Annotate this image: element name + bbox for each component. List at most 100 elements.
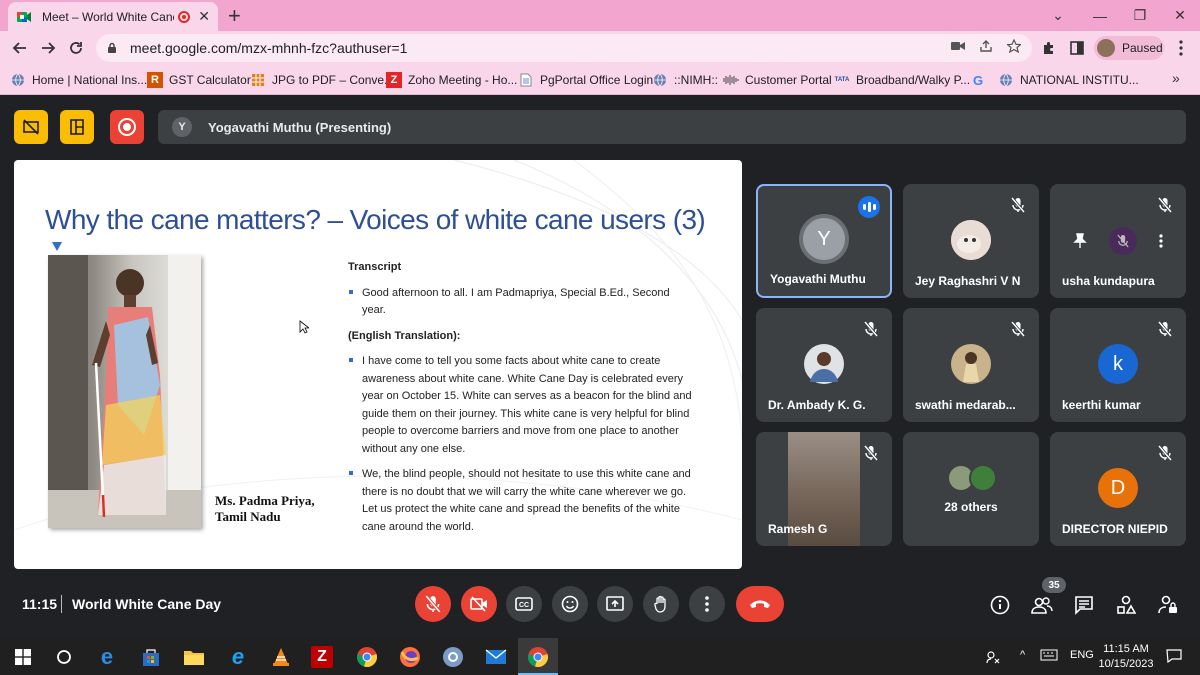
bookmark-item[interactable]: NATIONAL INSTITU... bbox=[998, 71, 1139, 89]
camera-in-use-icon[interactable] bbox=[949, 37, 967, 55]
keyboard-icon[interactable] bbox=[1040, 649, 1058, 664]
notification-center-icon[interactable] bbox=[1166, 649, 1182, 666]
tab-close-icon[interactable]: ✕ bbox=[198, 8, 210, 25]
people-tray-icon[interactable] bbox=[983, 644, 1003, 670]
file-explorer-icon[interactable] bbox=[181, 644, 207, 670]
language-indicator[interactable]: ENG bbox=[1070, 649, 1094, 661]
people-button[interactable] bbox=[1030, 593, 1054, 617]
record-icon bbox=[118, 118, 136, 136]
slide-marker bbox=[52, 242, 62, 251]
avatar bbox=[951, 220, 991, 260]
mic-muted-icon bbox=[1156, 444, 1174, 462]
store-icon[interactable] bbox=[138, 644, 164, 670]
address-bar[interactable]: meet.google.com/mzx-mhnh-fzc?authuser=1 bbox=[96, 34, 1032, 62]
close-window-button[interactable]: ✕ bbox=[1160, 0, 1200, 31]
globe-icon bbox=[652, 72, 668, 88]
grid-icon bbox=[250, 72, 266, 88]
meeting-title: World White Cane Day bbox=[72, 596, 222, 612]
participant-tile-ramesh[interactable]: Ramesh G bbox=[756, 432, 892, 546]
share-icon[interactable] bbox=[977, 37, 995, 55]
new-tab-button[interactable]: + bbox=[228, 3, 241, 29]
bookmark-item[interactable]: JPG to PDF – Conve... bbox=[250, 71, 394, 89]
edge-icon[interactable]: e bbox=[94, 644, 120, 670]
participant-tile-keerthi[interactable]: k keerthi kumar bbox=[1050, 308, 1186, 422]
reload-button[interactable] bbox=[64, 36, 88, 60]
tray-chevron-icon[interactable]: ^ bbox=[1020, 649, 1025, 661]
mute-participant-button[interactable] bbox=[1109, 227, 1137, 255]
svg-text:CC: CC bbox=[519, 602, 529, 609]
bookmark-item-google[interactable]: G bbox=[970, 71, 992, 89]
participant-tile-ambady[interactable]: Dr. Ambady K. G. bbox=[756, 308, 892, 422]
browser-tab-meet[interactable]: Meet – World White Cane D ✕ bbox=[8, 2, 218, 31]
presentation-slide: Why the cane matters? – Voices of white … bbox=[14, 160, 742, 569]
participant-tile-usha-kundapura[interactable]: usha kundapura bbox=[1050, 184, 1186, 298]
bookmark-item[interactable]: Home | National Ins... bbox=[10, 71, 147, 89]
search-icon[interactable] bbox=[51, 644, 77, 670]
browser-toolbar: meet.google.com/mzx-mhnh-fzc?authuser=1 … bbox=[0, 31, 1200, 65]
system-clock[interactable]: 11:15 AM 10/15/2023 bbox=[1098, 642, 1154, 672]
slide-transcript: Transcript Good afternoon to all. I am P… bbox=[348, 259, 694, 536]
participant-name: keerthi kumar bbox=[1062, 398, 1141, 412]
reactions-button[interactable] bbox=[552, 586, 588, 622]
raise-hand-button[interactable] bbox=[643, 586, 679, 622]
more-vert-icon bbox=[705, 596, 709, 612]
woman-with-white-cane-image bbox=[48, 255, 201, 528]
mic-muted-icon bbox=[1156, 196, 1174, 214]
windows-start-icon[interactable] bbox=[10, 644, 36, 670]
people-icon bbox=[1031, 597, 1053, 614]
more-options-icon[interactable] bbox=[1159, 234, 1163, 248]
pin-icon[interactable] bbox=[1073, 233, 1087, 249]
bookmark-star-icon[interactable] bbox=[1005, 37, 1023, 55]
minimize-window-button[interactable]: — bbox=[1080, 0, 1120, 31]
present-screen-button[interactable] bbox=[597, 586, 633, 622]
profile-button[interactable]: Paused bbox=[1094, 36, 1164, 60]
vlc-icon[interactable] bbox=[268, 644, 294, 670]
google-icon: G bbox=[972, 72, 984, 88]
bookmark-item[interactable]: Customer Portal bbox=[723, 71, 832, 89]
meeting-clock: 11:15 bbox=[22, 596, 58, 612]
hand-icon bbox=[654, 595, 666, 613]
filezilla-icon[interactable]: Z bbox=[311, 646, 333, 668]
participant-tile-jey-raghashri[interactable]: Jey Raghashri V N bbox=[903, 184, 1039, 298]
stop-presenting-button[interactable] bbox=[14, 110, 48, 144]
bookmark-item[interactable]: R GST Calculator bbox=[147, 71, 251, 89]
internet-explorer-icon[interactable]: e bbox=[225, 644, 251, 670]
microphone-toggle-button[interactable] bbox=[415, 586, 451, 622]
more-options-button[interactable] bbox=[689, 586, 725, 622]
closed-captions-icon: CC bbox=[515, 597, 533, 611]
activities-button[interactable] bbox=[1114, 593, 1138, 617]
extensions-puzzle-icon[interactable] bbox=[1040, 39, 1058, 57]
mail-icon[interactable] bbox=[483, 644, 509, 670]
leave-call-button[interactable] bbox=[736, 586, 784, 622]
forward-button[interactable] bbox=[36, 36, 60, 60]
firefox-icon[interactable] bbox=[397, 644, 423, 670]
restore-window-button[interactable]: ❐ bbox=[1120, 0, 1160, 31]
bookmark-item[interactable]: ::NIMH:: bbox=[652, 71, 718, 89]
meeting-details-button[interactable] bbox=[988, 593, 1012, 617]
browser-menu-icon[interactable] bbox=[1172, 39, 1190, 57]
side-panel-icon[interactable] bbox=[1068, 39, 1086, 57]
pin-presentation-button[interactable] bbox=[60, 110, 94, 144]
chat-button[interactable] bbox=[1072, 593, 1096, 617]
camera-toggle-button[interactable] bbox=[461, 586, 497, 622]
recording-button[interactable] bbox=[110, 110, 144, 144]
bookmark-item[interactable]: TATA Broadband/Walky P... bbox=[834, 71, 970, 89]
back-button[interactable] bbox=[8, 36, 32, 60]
captions-button[interactable]: CC bbox=[506, 586, 542, 622]
mic-muted-icon bbox=[862, 320, 880, 338]
bookmark-item[interactable]: Z Zoho Meeting - Ho... bbox=[386, 71, 517, 89]
participant-tile-director[interactable]: D DIRECTOR NIEPID bbox=[1050, 432, 1186, 546]
settings-app-icon[interactable] bbox=[440, 644, 466, 670]
tab-search-chevron-icon[interactable]: ⌄ bbox=[1038, 0, 1078, 31]
chrome-icon[interactable] bbox=[354, 644, 380, 670]
presenting-banner: Y Yogavathi Muthu (Presenting) bbox=[158, 110, 1186, 144]
participant-tile-swathi[interactable]: swathi medarab... bbox=[903, 308, 1039, 422]
bookmark-item[interactable]: PgPortal Office Login bbox=[518, 71, 653, 89]
tata-icon: TATA bbox=[834, 77, 850, 83]
chrome-active-icon[interactable] bbox=[525, 644, 551, 670]
host-controls-button[interactable] bbox=[1156, 593, 1180, 617]
bookmarks-overflow-chevron-icon[interactable]: » bbox=[1172, 70, 1180, 86]
participant-tile-yogavathi[interactable]: Y Yogavathi Muthu bbox=[756, 184, 892, 298]
participant-tile-others[interactable]: 28 others bbox=[903, 432, 1039, 546]
translation-item: We, the blind people, should not hesitat… bbox=[348, 466, 694, 536]
